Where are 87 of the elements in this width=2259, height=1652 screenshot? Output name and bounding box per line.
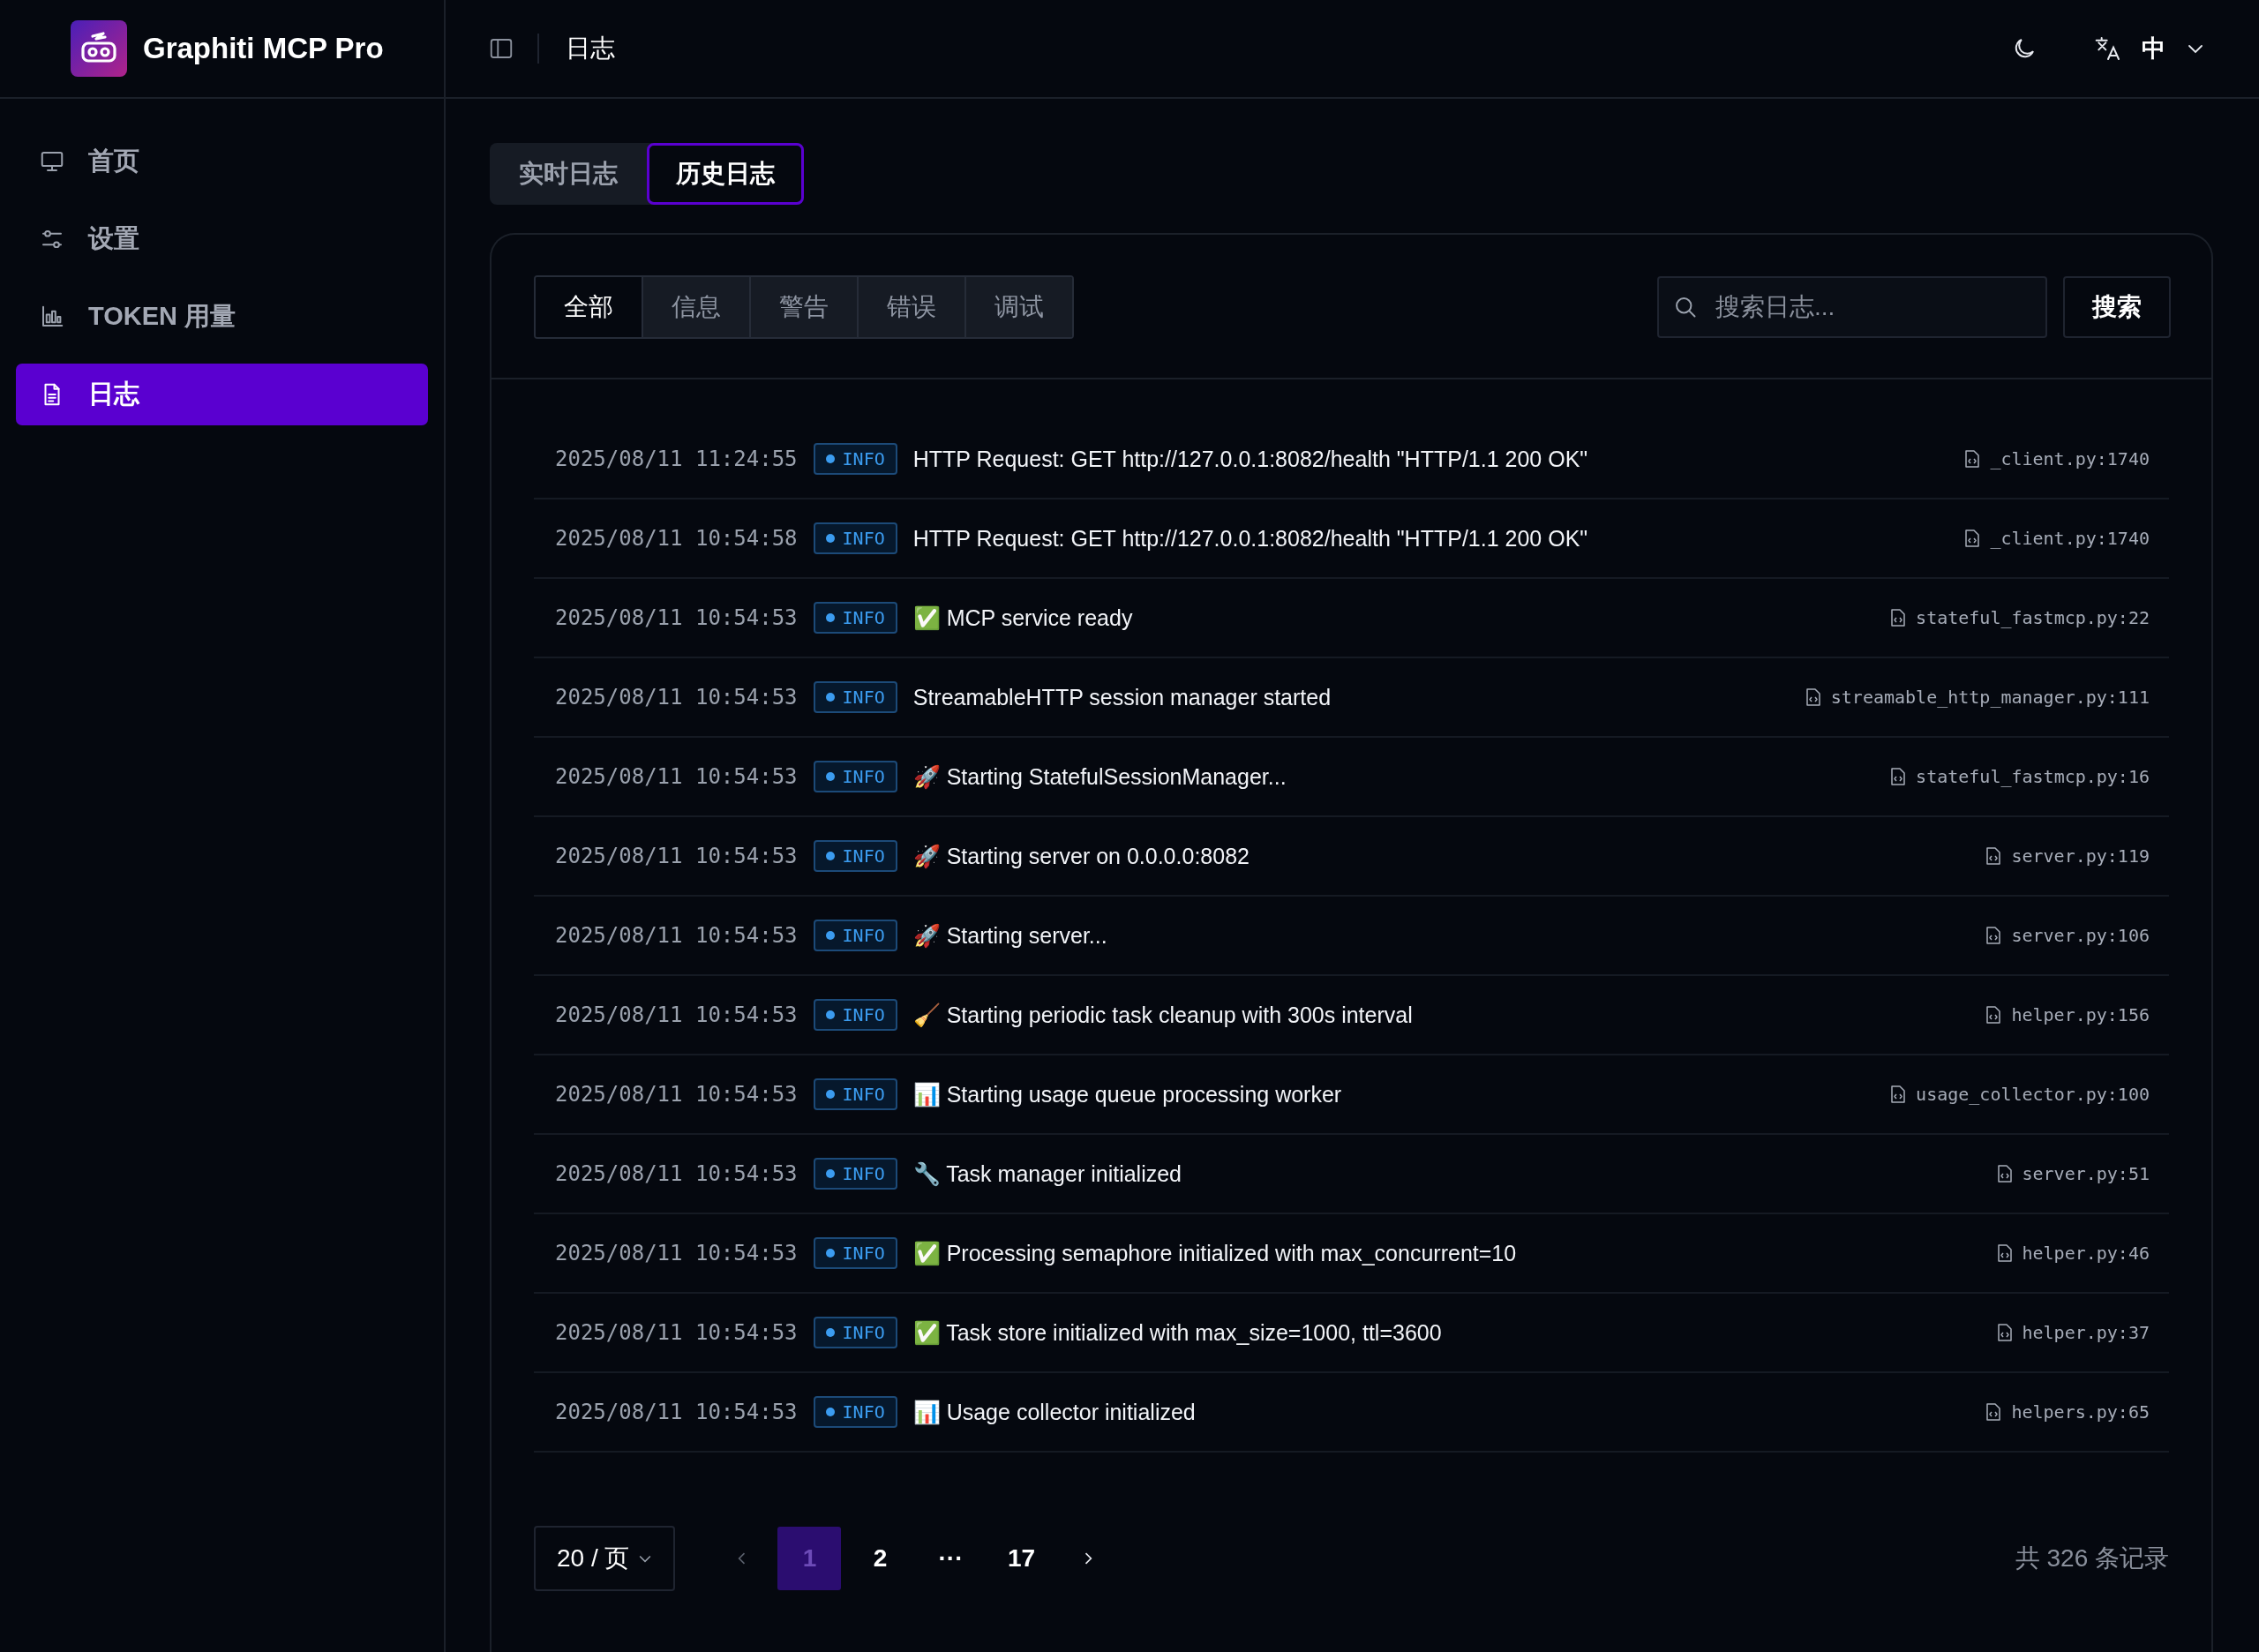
log-timestamp: 2025/08/11 10:54:53	[555, 1082, 798, 1107]
log-timestamp: 2025/08/11 10:54:53	[555, 605, 798, 630]
log-timestamp: 2025/08/11 10:54:53	[555, 1161, 798, 1186]
search-field[interactable]: 搜索日志...	[1657, 276, 2047, 338]
log-message: 📊 Usage collector initialized	[912, 1399, 1197, 1425]
log-timestamp: 2025/08/11 10:54:53	[555, 1002, 798, 1027]
code-file-icon	[1985, 926, 2003, 945]
level-badge: INFO	[813, 999, 897, 1031]
log-message: ✅ Processing semaphore initialized with max_concurrent=10	[912, 1240, 1518, 1266]
log-timestamp: 2025/08/11 10:54:53	[555, 764, 798, 789]
record-count: 共 326 条记录	[2015, 1543, 2169, 1573]
log-timestamp: 2025/08/11 10:54:53	[555, 1320, 798, 1345]
page-button[interactable]: 17	[989, 1527, 1054, 1590]
log-message: 📊 Starting usage queue processing worker	[912, 1081, 1343, 1108]
log-timestamp: 2025/08/11 10:54:53	[555, 1400, 798, 1424]
level-filter-tab[interactable]: 调试	[964, 277, 1072, 337]
log-timestamp: 2025/08/11 11:24:55	[555, 447, 798, 471]
source-location: stateful_fastmcp.py:22	[1916, 607, 2150, 628]
log-timestamp: 2025/08/11 10:54:53	[555, 1241, 798, 1265]
level-badge: INFO	[813, 443, 897, 475]
log-message: 🧹 Starting periodic task cleanup with 300s interval	[912, 1002, 1414, 1028]
log-timestamp: 2025/08/11 10:54:53	[555, 844, 798, 868]
level-filter-tab[interactable]: 信息	[642, 277, 749, 337]
sidebar-item[interactable]: TOKEN 用量	[16, 286, 428, 348]
source-location: stateful_fastmcp.py:16	[1916, 766, 2150, 787]
log-timestamp: 2025/08/11 10:54:53	[555, 685, 798, 710]
level-badge: INFO	[813, 522, 897, 554]
level-badge: INFO	[813, 681, 897, 713]
view-tab[interactable]: 历史日志	[647, 143, 804, 205]
level-badge: INFO	[813, 1237, 897, 1269]
log-message: 🚀 Starting server on 0.0.0.0:8082	[912, 843, 1250, 869]
page-ellipsis[interactable]: ···	[919, 1527, 983, 1590]
view-tab[interactable]: 实时日志	[490, 143, 647, 205]
level-badge: INFO	[813, 840, 897, 872]
source-location: server.py:119	[2011, 845, 2150, 867]
log-message: ✅ MCP service ready	[912, 604, 1134, 631]
source-location: helper.py:37	[2022, 1322, 2150, 1343]
code-file-icon	[1995, 1323, 2014, 1342]
page-size-select[interactable]: 20 / 页	[534, 1526, 676, 1591]
source-location: helper.py:156	[2011, 1004, 2150, 1025]
log-message: ✅ Task store initialized with max_size=1000, ttl=3600	[912, 1319, 1443, 1346]
page-title: 日志	[537, 34, 615, 64]
level-filter-tab[interactable]: 错误	[857, 277, 964, 337]
page-button[interactable]: 2	[848, 1527, 912, 1590]
code-file-icon	[1889, 608, 1908, 627]
log-timestamp: 2025/08/11 10:54:58	[555, 526, 798, 551]
level-badge: INFO	[813, 1078, 897, 1110]
code-file-icon	[1985, 1005, 2003, 1025]
code-file-icon	[1995, 1243, 2014, 1263]
code-file-icon	[1985, 1402, 2003, 1422]
log-message: 🔧 Task manager initialized	[912, 1160, 1182, 1187]
code-file-icon	[1889, 1085, 1908, 1104]
code-file-icon	[1804, 687, 1822, 707]
search-button[interactable]: 搜索	[2063, 276, 2171, 338]
code-file-icon	[1985, 846, 2003, 866]
level-badge: INFO	[813, 761, 897, 792]
source-location: usage_collector.py:100	[1916, 1084, 2150, 1105]
sidebar-item[interactable]: 设置	[16, 208, 428, 270]
log-timestamp: 2025/08/11 10:54:53	[555, 923, 798, 948]
sidebar-item[interactable]: 首页	[16, 131, 428, 192]
source-location: _client.py:1740	[1990, 448, 2150, 469]
language-label[interactable]: 中	[2142, 33, 2165, 64]
source-location: helper.py:46	[2022, 1243, 2150, 1264]
sidebar-item[interactable]: 日志	[16, 364, 428, 425]
log-message: 🚀 Starting server...	[912, 922, 1108, 949]
level-badge: INFO	[813, 1158, 897, 1190]
code-file-icon	[1995, 1164, 2014, 1183]
log-message: HTTP Request: GET http://127.0.0.1:8082/health "HTTP/1.1 200 OK"	[912, 446, 1589, 472]
source-location: server.py:106	[2011, 925, 2150, 946]
code-file-icon	[1889, 767, 1908, 786]
level-badge: INFO	[813, 602, 897, 634]
log-message: 🚀 Starting StatefulSessionManager...	[912, 763, 1287, 790]
source-location: _client.py:1740	[1990, 528, 2150, 549]
log-message: HTTP Request: GET http://127.0.0.1:8082/health "HTTP/1.1 200 OK"	[912, 525, 1589, 552]
source-location: streamable_http_manager.py:111	[1830, 687, 2150, 708]
search-icon	[1673, 295, 1698, 319]
level-badge: INFO	[813, 1396, 897, 1428]
translate-icon[interactable]	[2094, 34, 2122, 63]
app-name: Graphiti MCP Pro	[143, 32, 384, 65]
level-badge: INFO	[813, 920, 897, 951]
source-location: helpers.py:65	[2011, 1401, 2150, 1423]
code-file-icon	[1963, 529, 1982, 548]
code-file-icon	[1963, 449, 1982, 469]
level-filter-tab[interactable]: 警告	[749, 277, 857, 337]
source-location: server.py:51	[2022, 1163, 2150, 1184]
level-badge: INFO	[813, 1317, 897, 1348]
log-message: StreamableHTTP session manager started	[912, 684, 1332, 710]
